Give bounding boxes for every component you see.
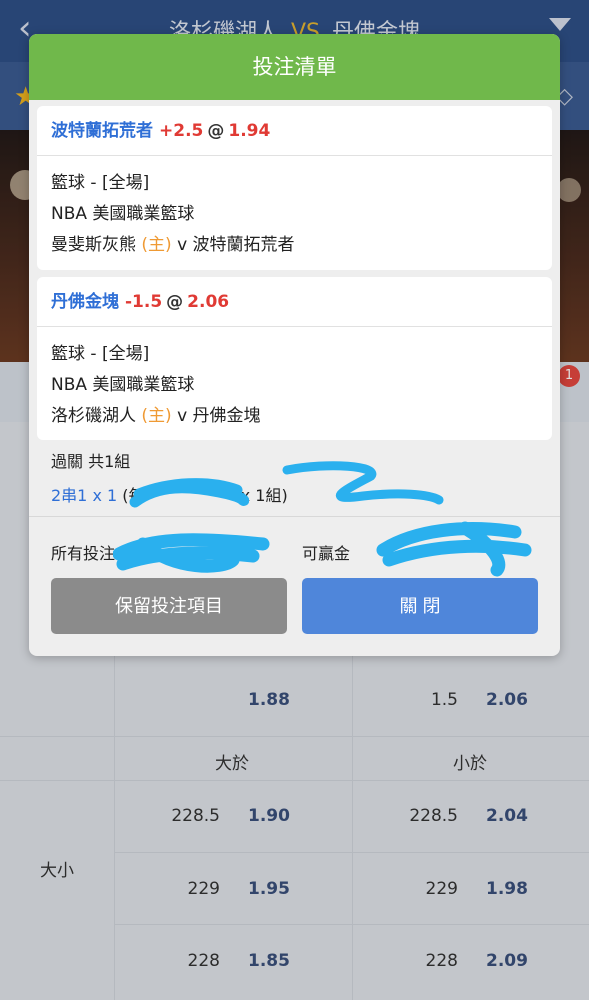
matchup-away: 波特蘭拓荒者 (192, 235, 295, 255)
total-stake-label: 所有投注 (51, 544, 116, 563)
matchup-home: 曼斐斯灰熊 (51, 235, 136, 255)
bet-league: NBA 美國職業籃球 (51, 204, 195, 224)
bet-matchup: 洛杉磯湖人 (主) v 丹佛金塊 (51, 401, 538, 432)
bet-slip-modal: 投注清單 波特蘭拓荒者 +2.5 @1.94 籃球 - [全場] NBA 美國職業籃… (29, 34, 560, 656)
bet-sport: 籃球 - [全場] (51, 344, 150, 364)
bet-team: 波特蘭拓荒者 (51, 121, 153, 141)
redaction-scribble (129, 478, 249, 508)
parlay-type: 2串1 x 1 (51, 486, 118, 505)
bet-details: 籃球 - [全場] NBA 美國職業籃球 洛杉磯湖人 (主) v 丹佛金塊 (37, 327, 552, 432)
bet-league: NBA 美國職業籃球 (51, 375, 195, 395)
redaction-scribble (282, 461, 444, 505)
at-symbol: @ (166, 292, 184, 312)
modal-title: 投注清單 (29, 34, 560, 100)
keep-selections-button[interactable]: 保留投注項目 (51, 578, 287, 634)
home-marker: (主) (141, 235, 172, 255)
potential-win-label: 可贏金 (302, 544, 351, 563)
bet-team: 丹佛金塊 (51, 292, 119, 312)
bet-selection: 波特蘭拓荒者 +2.5 @1.94 (37, 106, 552, 156)
at-symbol: @ (207, 121, 225, 141)
bet-odds: 1.94 (228, 121, 271, 141)
close-button[interactable]: 關 閉 (302, 578, 538, 634)
matchup-away: 丹佛金塊 (192, 406, 261, 426)
matchup-v: v (177, 235, 188, 255)
redaction-scribble (376, 521, 532, 577)
matchup-v: v (177, 406, 188, 426)
bet-selection: 丹佛金塊 -1.5 @2.06 (37, 277, 552, 327)
home-marker: (主) (141, 406, 172, 426)
bet-handicap: -1.5 (125, 292, 163, 312)
bet-handicap: +2.5 (159, 121, 204, 141)
bet-odds: 2.06 (187, 292, 230, 312)
parlay-summary: 過關 共1組 (51, 452, 131, 471)
bet-card: 丹佛金塊 -1.5 @2.06 籃球 - [全場] NBA 美國職業籃球 洛杉磯湖人… (37, 277, 552, 440)
bet-details: 籃球 - [全場] NBA 美國職業籃球 曼斐斯灰熊 (主) v 波特蘭拓荒者 (37, 156, 552, 261)
bet-matchup: 曼斐斯灰熊 (主) v 波特蘭拓荒者 (51, 230, 538, 261)
matchup-home: 洛杉磯湖人 (51, 406, 136, 426)
redaction-scribble (113, 533, 270, 573)
bet-card: 波特蘭拓荒者 +2.5 @1.94 籃球 - [全場] NBA 美國職業籃球 曼斐斯… (37, 106, 552, 270)
bet-sport: 籃球 - [全場] (51, 173, 150, 193)
